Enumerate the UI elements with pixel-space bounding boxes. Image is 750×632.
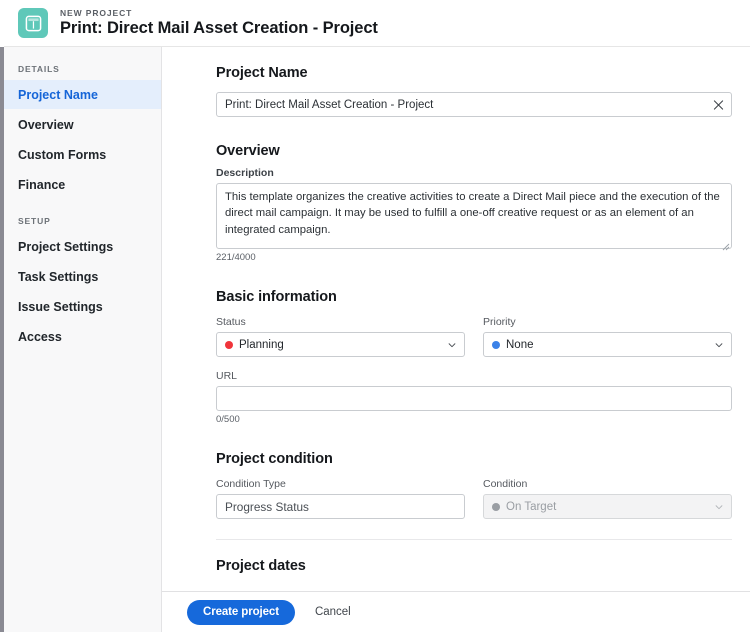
section-overview: Overview Description 221/4000 bbox=[216, 143, 732, 263]
priority-select[interactable]: None bbox=[483, 332, 732, 357]
status-dot-icon bbox=[225, 340, 233, 349]
url-char-count: 0/500 bbox=[216, 414, 240, 425]
section-basic-information: Basic information Status Planning Priori… bbox=[216, 289, 732, 425]
url-label: URL bbox=[216, 370, 238, 382]
priority-label: Priority bbox=[483, 316, 516, 328]
status-field: Status Planning bbox=[216, 316, 465, 357]
url-field: URL 0/500 bbox=[216, 370, 732, 425]
description-char-count: 221/4000 bbox=[216, 252, 256, 263]
sidebar-item-finance[interactable]: Finance bbox=[0, 170, 161, 199]
sidebar-item-project-name[interactable]: Project Name bbox=[0, 80, 161, 109]
priority-dot-icon bbox=[492, 340, 500, 349]
condition-type-field: Condition Type Progress Status bbox=[216, 478, 465, 519]
sidebar-item-label: Issue Settings bbox=[18, 299, 103, 314]
priority-value: None bbox=[506, 338, 534, 351]
window-left-rail bbox=[0, 0, 4, 632]
section-project-dates: Project dates bbox=[216, 558, 732, 574]
status-value: Planning bbox=[239, 338, 284, 351]
status-select[interactable]: Planning bbox=[216, 332, 465, 357]
project-template-icon bbox=[18, 8, 48, 38]
sidebar-item-issue-settings[interactable]: Issue Settings bbox=[0, 292, 161, 321]
section-title-project-name: Project Name bbox=[216, 65, 308, 81]
url-input[interactable] bbox=[216, 386, 732, 411]
sidebar-item-label: Task Settings bbox=[18, 269, 99, 284]
sidebar-item-project-settings[interactable]: Project Settings bbox=[0, 232, 161, 261]
condition-dot-icon bbox=[492, 502, 500, 511]
description-textarea[interactable] bbox=[216, 183, 732, 249]
main-content: Project Name Overview Description bbox=[162, 47, 750, 632]
sidebar-item-label: Custom Forms bbox=[18, 147, 107, 162]
condition-field: Condition On Target bbox=[483, 478, 732, 519]
sidebar-item-label: Project Settings bbox=[18, 239, 114, 254]
status-label: Status bbox=[216, 316, 246, 328]
page-title: Print: Direct Mail Asset Creation - Proj… bbox=[60, 18, 378, 37]
sidebar-item-task-settings[interactable]: Task Settings bbox=[0, 262, 161, 291]
sidebar-item-access[interactable]: Access bbox=[0, 322, 161, 351]
sidebar-item-label: Overview bbox=[18, 117, 74, 132]
sidebar-item-label: Project Name bbox=[18, 87, 98, 102]
sidebar-item-custom-forms[interactable]: Custom Forms bbox=[0, 140, 161, 169]
condition-type-value-box[interactable]: Progress Status bbox=[216, 494, 465, 519]
chevron-down-icon bbox=[714, 340, 724, 350]
section-title-project-condition: Project condition bbox=[216, 451, 333, 467]
sidebar: DETAILS Project Name Overview Custom For… bbox=[0, 47, 162, 632]
sidebar-item-overview[interactable]: Overview bbox=[0, 110, 161, 139]
sidebar-group-label-details: DETAILS bbox=[18, 64, 60, 74]
project-name-input[interactable] bbox=[216, 92, 732, 117]
app-header: NEW PROJECT Print: Direct Mail Asset Cre… bbox=[0, 0, 750, 47]
chevron-down-icon bbox=[447, 340, 457, 350]
description-label: Description bbox=[216, 167, 274, 179]
condition-type-label: Condition Type bbox=[216, 478, 286, 490]
sidebar-item-label: Finance bbox=[18, 177, 66, 192]
section-project-condition: Project condition Condition Type Progres… bbox=[216, 451, 732, 519]
create-project-button[interactable]: Create project bbox=[187, 599, 295, 625]
section-divider bbox=[216, 539, 732, 540]
condition-select: On Target bbox=[483, 494, 732, 519]
section-project-name: Project Name bbox=[216, 65, 732, 117]
close-icon[interactable] bbox=[712, 98, 725, 111]
chevron-down-icon bbox=[714, 502, 724, 512]
section-title-project-dates: Project dates bbox=[216, 558, 306, 574]
footer-sidebar-filler bbox=[0, 591, 162, 632]
header-eyebrow: NEW PROJECT bbox=[60, 7, 133, 18]
condition-label: Condition bbox=[483, 478, 528, 490]
dialog-footer: Create project Cancel bbox=[162, 591, 750, 632]
condition-type-value: Progress Status bbox=[225, 499, 309, 514]
condition-value: On Target bbox=[506, 500, 557, 513]
section-title-basic-information: Basic information bbox=[216, 289, 337, 305]
section-title-overview: Overview bbox=[216, 143, 280, 159]
new-project-dialog: NEW PROJECT Print: Direct Mail Asset Cre… bbox=[0, 0, 750, 632]
sidebar-group-label-setup: SETUP bbox=[18, 216, 51, 226]
sidebar-item-label: Access bbox=[18, 329, 62, 344]
cancel-button[interactable]: Cancel bbox=[315, 606, 351, 618]
priority-field: Priority None bbox=[483, 316, 732, 357]
